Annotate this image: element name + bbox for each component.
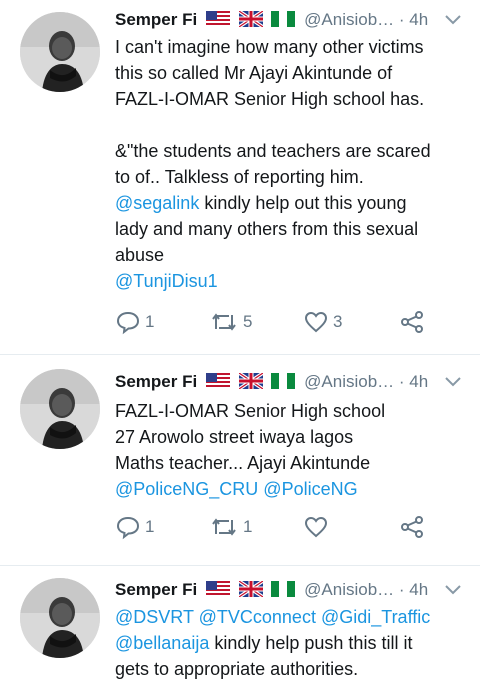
tweet-actions: 1 5 3 xyxy=(115,308,445,336)
avatar[interactable] xyxy=(20,578,100,658)
us-flag-icon xyxy=(205,373,230,389)
text-line: FAZL-I-OMAR Senior High school xyxy=(115,401,386,421)
separator-dot: · xyxy=(398,372,405,391)
share-icon xyxy=(401,516,423,538)
retweet-count: 1 xyxy=(243,517,253,536)
like-button[interactable] xyxy=(303,513,333,541)
display-name[interactable]: Semper Fi xyxy=(115,372,197,391)
tweet-text: I can't imagine how many other victims t… xyxy=(115,34,465,294)
us-flag-icon xyxy=(205,11,230,27)
heart-icon xyxy=(304,311,328,333)
nigeria-flag-icon xyxy=(271,581,296,597)
text-line: Maths teacher... Ajayi Akintunde xyxy=(115,453,371,473)
text-line: FAZL-I-OMAR Senior High school has. xyxy=(115,89,425,109)
text-line: @TunjiDisu1 xyxy=(115,268,465,294)
us-flag-icon xyxy=(205,581,230,597)
tweet-text: FAZL-I-OMAR Senior High school 27 Arowol… xyxy=(115,398,465,502)
text-line: I can't imagine how many other victims xyxy=(115,37,424,57)
share-icon xyxy=(401,311,423,333)
text-line: lady and many others from this sexual xyxy=(115,219,419,239)
user-handle[interactable]: @Anisiob… xyxy=(304,580,394,599)
retweet-button[interactable]: 5 xyxy=(209,308,252,336)
text-line: @segalink kindly help out this young xyxy=(115,190,465,216)
text-line: this so called Mr Ajayi Akintunde of xyxy=(115,63,393,83)
like-button[interactable]: 3 xyxy=(303,308,342,336)
avatar[interactable] xyxy=(20,12,100,92)
reply-icon xyxy=(116,311,140,335)
text-line[interactable]: @PoliceNG_CRU @PoliceNG xyxy=(115,476,465,502)
retweet-icon xyxy=(212,518,236,536)
text-line: @bellanaija kindly help push this till i… xyxy=(115,630,465,656)
reply-count: 1 xyxy=(145,517,155,536)
text-fragment: kindly help push this till it xyxy=(209,633,413,653)
tweet-3[interactable]: Semper Fi @Anisiob… · 4h @DSVRT @TVCconn… xyxy=(0,566,480,691)
tweet-header: Semper Fi @Anisiob… · 4h xyxy=(115,8,464,32)
timestamp[interactable]: 4h xyxy=(409,372,428,391)
share-button[interactable] xyxy=(399,513,425,541)
separator-dot: · xyxy=(398,10,405,29)
user-handle[interactable]: @Anisiob… xyxy=(304,372,394,391)
mention-link[interactable]: @bellanaija xyxy=(115,633,209,653)
text-line: abuse xyxy=(115,245,165,265)
uk-flag-icon xyxy=(236,9,265,29)
tweet-text: @DSVRT @TVCconnect @Gidi_Traffic @bellan… xyxy=(115,604,465,682)
text-line: gets to appropriate authorities. xyxy=(115,659,359,679)
tweet-1[interactable]: Semper Fi @Anisiob… · 4h I can't imagine… xyxy=(0,0,480,354)
nigeria-flag-icon xyxy=(271,373,296,389)
timestamp[interactable]: 4h xyxy=(409,10,428,29)
text-line[interactable]: @DSVRT @TVCconnect @Gidi_Traffic xyxy=(115,604,465,630)
nigeria-flag-icon xyxy=(271,11,296,27)
chevron-down-icon[interactable] xyxy=(442,370,464,392)
text-fragment: kindly help out this young xyxy=(199,193,407,213)
reply-icon xyxy=(116,516,140,540)
display-name[interactable]: Semper Fi xyxy=(115,580,197,599)
display-name[interactable]: Semper Fi xyxy=(115,10,197,29)
user-handle[interactable]: @Anisiob… xyxy=(304,10,394,29)
chevron-down-icon[interactable] xyxy=(442,8,464,30)
retweet-icon xyxy=(212,313,236,331)
avatar[interactable] xyxy=(20,369,100,449)
share-button[interactable] xyxy=(399,308,425,336)
reply-button[interactable]: 1 xyxy=(115,308,154,336)
text-line: 27 Arowolo street iwaya lagos xyxy=(115,427,354,447)
tweet-actions: 1 1 xyxy=(115,513,445,541)
mention-link[interactable]: @segalink xyxy=(115,193,199,213)
reply-button[interactable]: 1 xyxy=(115,513,154,541)
timestamp[interactable]: 4h xyxy=(409,580,428,599)
reply-count: 1 xyxy=(145,312,155,331)
retweet-button[interactable]: 1 xyxy=(209,513,252,541)
chevron-down-icon[interactable] xyxy=(442,578,464,600)
text-line: to of.. Talkless of reporting him. xyxy=(115,167,364,187)
text-line: &"the students and teachers are scared xyxy=(115,141,431,161)
heart-icon xyxy=(304,516,328,538)
mention-link[interactable]: @TunjiDisu1 xyxy=(115,271,218,291)
tweet-2[interactable]: Semper Fi @Anisiob… · 4h FAZL-I-OMAR Sen… xyxy=(0,355,480,566)
retweet-count: 5 xyxy=(243,312,253,331)
tweet-header: Semper Fi @Anisiob… · 4h xyxy=(115,370,464,394)
tweet-header: Semper Fi @Anisiob… · 4h xyxy=(115,578,464,602)
like-count: 3 xyxy=(333,312,343,331)
separator-dot: · xyxy=(398,580,405,599)
uk-flag-icon xyxy=(236,579,265,599)
uk-flag-icon xyxy=(236,371,265,391)
